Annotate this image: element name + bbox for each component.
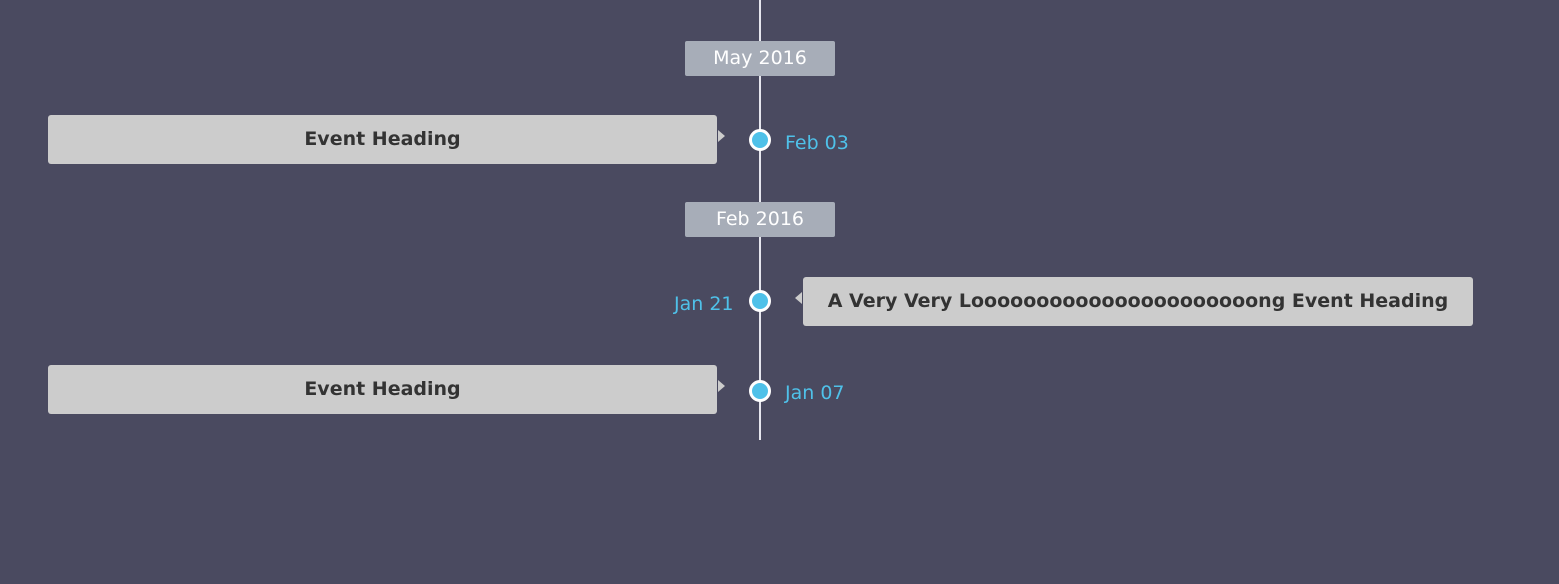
- event-card-pointer: [718, 380, 725, 392]
- event-card[interactable]: Event Heading: [48, 115, 717, 164]
- event-card[interactable]: Event Heading: [48, 365, 717, 414]
- event-card[interactable]: A Very Very Loooooooooooooooooooooong Ev…: [803, 277, 1473, 326]
- event-date: Feb 03: [785, 132, 849, 154]
- month-label-feb-2016: Feb 2016: [685, 202, 835, 237]
- month-label-may-2016: May 2016: [685, 41, 835, 76]
- event-date: Jan 07: [785, 382, 845, 404]
- event-dot: [749, 380, 771, 402]
- event-card-pointer: [718, 130, 725, 142]
- event-dot: [749, 290, 771, 312]
- event-date: Jan 21: [674, 293, 734, 315]
- event-card-pointer: [795, 292, 802, 304]
- event-dot: [749, 129, 771, 151]
